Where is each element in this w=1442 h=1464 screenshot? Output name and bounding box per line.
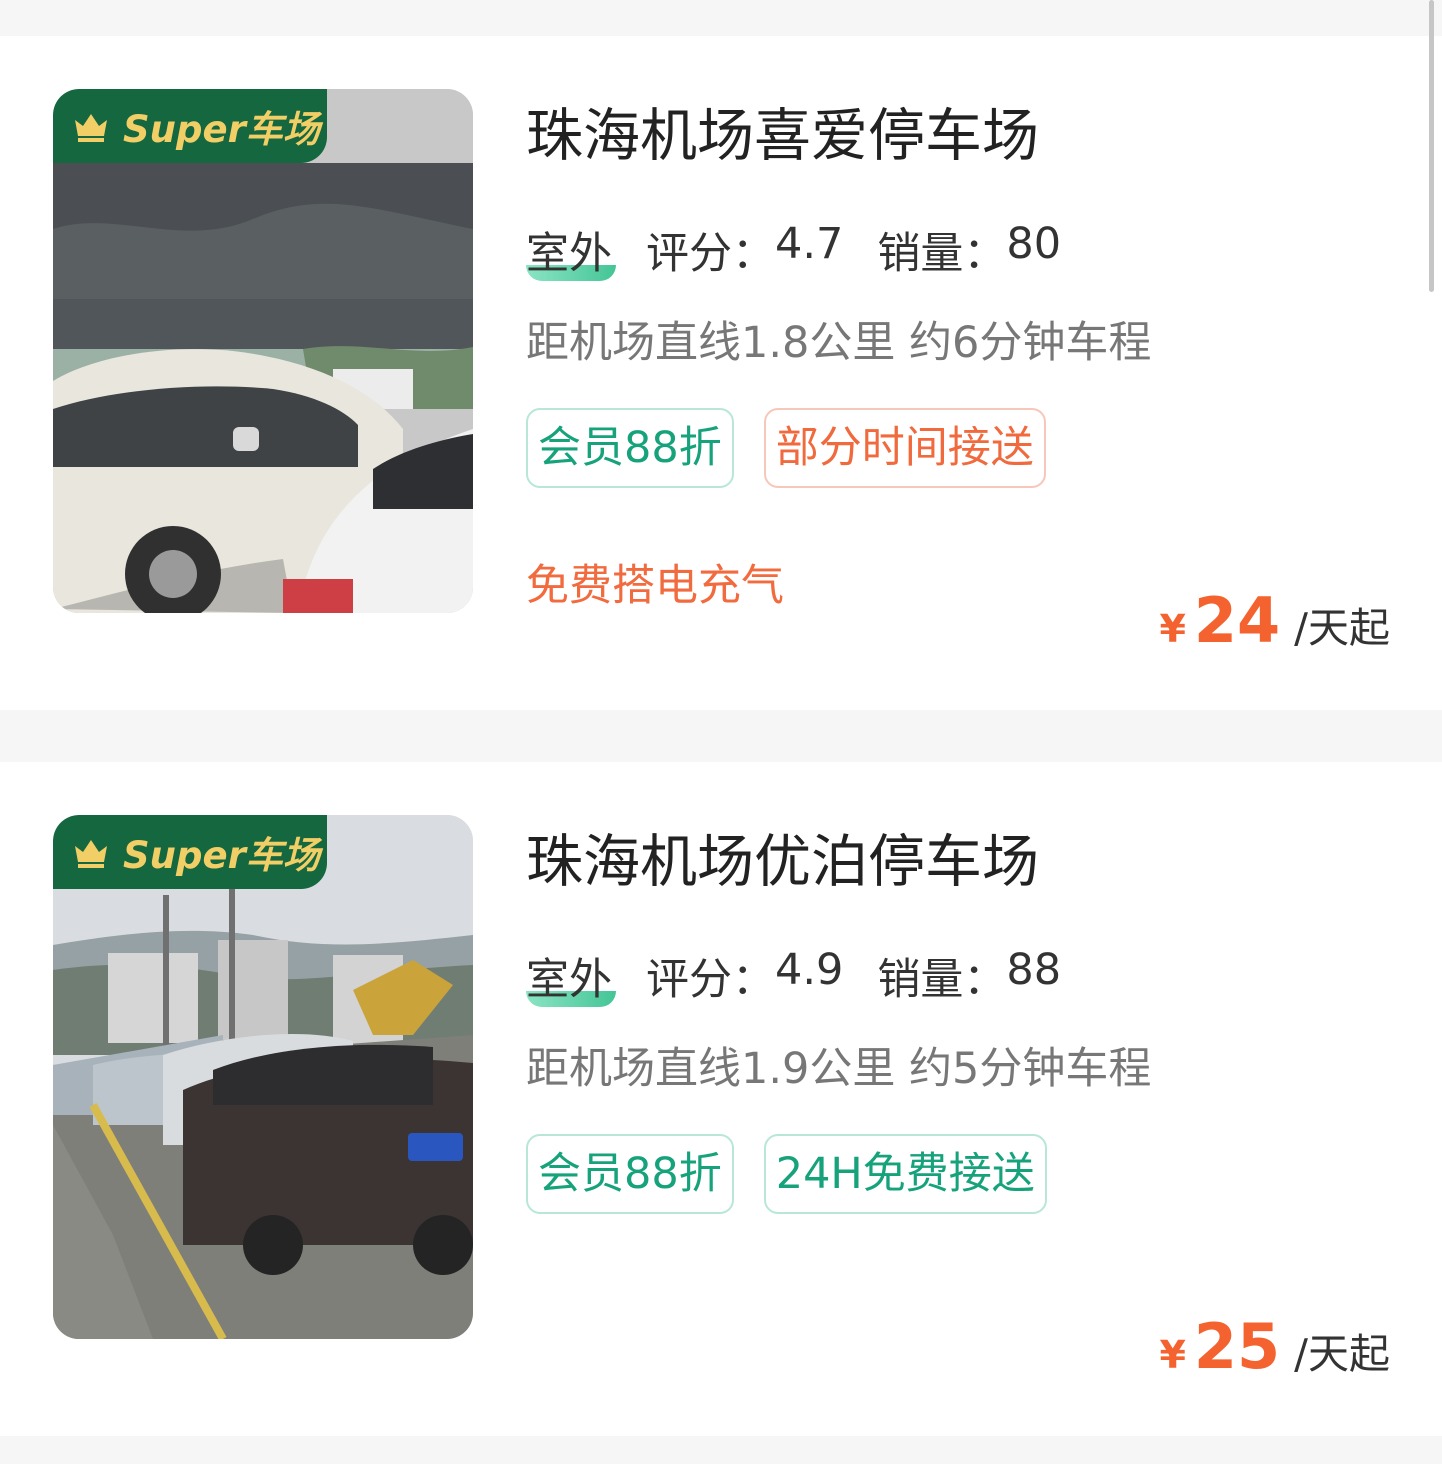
parking-photo-image (53, 89, 473, 613)
parking-title[interactable]: 珠海机场喜爱停车场 (526, 100, 1039, 172)
sales-value: 80 (1006, 219, 1062, 269)
rating-label: 评分： (646, 229, 775, 279)
parking-list: Super车场 珠海机场喜爱停车场 室外 评分： 4.7 销量： 80 距机场直… (0, 36, 1442, 1436)
parking-meta: 室外 评分： 4.7 销量： 80 (526, 219, 1095, 281)
rating-value: 4.9 (775, 945, 844, 995)
distance-info: 距机场直线1.9公里 约5分钟车程 (526, 1044, 1152, 1094)
member-discount-tag: 会员88折 (526, 408, 734, 488)
price-currency: ¥ (1159, 607, 1186, 651)
rating: 评分： 4.7 (646, 219, 843, 281)
tag-list: 会员88折 24H免费接送 (526, 1134, 1047, 1214)
price-currency: ¥ (1159, 1333, 1186, 1377)
price: ¥ 24 /天起 (1159, 584, 1390, 657)
price: ¥ 25 /天起 (1159, 1310, 1390, 1383)
sales-label: 销量： (877, 229, 1007, 279)
tag-list: 会员88折 部分时间接送 (526, 408, 1046, 488)
sales: 销量： 88 (877, 945, 1061, 1007)
distance-info: 距机场直线1.8公里 约6分钟车程 (526, 318, 1152, 368)
scrollbar[interactable] (1429, 0, 1434, 292)
parking-type-label: 室外 (526, 229, 612, 279)
service-highlight: 免费搭电充气 (526, 561, 784, 611)
parking-type-label: 室外 (526, 955, 612, 1005)
rating-value: 4.7 (775, 219, 844, 269)
shuttle-tag: 24H免费接送 (763, 1134, 1047, 1214)
rating: 评分： 4.9 (646, 945, 843, 1007)
parking-photo-image (53, 815, 473, 1339)
price-unit: /天起 (1294, 604, 1390, 652)
parking-photo[interactable]: Super车场 (53, 89, 473, 613)
super-badge-label: Super车场 (123, 108, 320, 151)
price-amount: 25 (1193, 1310, 1281, 1383)
parking-card[interactable]: Super车场 珠海机场优泊停车场 室外 评分： 4.9 销量： 88 距机场直… (0, 762, 1442, 1436)
parking-card[interactable]: Super车场 珠海机场喜爱停车场 室外 评分： 4.7 销量： 80 距机场直… (0, 36, 1442, 710)
parking-type: 室外 (526, 219, 616, 281)
price-amount: 24 (1193, 584, 1281, 657)
shuttle-tag: 部分时间接送 (763, 408, 1046, 488)
super-badge-label: Super车场 (123, 834, 320, 877)
parking-meta: 室外 评分： 4.9 销量： 88 (526, 945, 1095, 1007)
price-unit: /天起 (1294, 1330, 1390, 1378)
super-parking-badge: Super车场 (53, 815, 327, 889)
sales: 销量： 80 (877, 219, 1061, 281)
parking-title[interactable]: 珠海机场优泊停车场 (526, 826, 1039, 898)
member-discount-tag: 会员88折 (526, 1134, 734, 1214)
parking-photo[interactable]: Super车场 (53, 815, 473, 1339)
crown-icon (75, 840, 107, 868)
sales-value: 88 (1006, 945, 1062, 995)
super-parking-badge: Super车场 (53, 89, 327, 163)
rating-label: 评分： (646, 955, 775, 1005)
crown-icon (75, 114, 107, 142)
sales-label: 销量： (877, 955, 1007, 1005)
parking-type: 室外 (526, 945, 616, 1007)
